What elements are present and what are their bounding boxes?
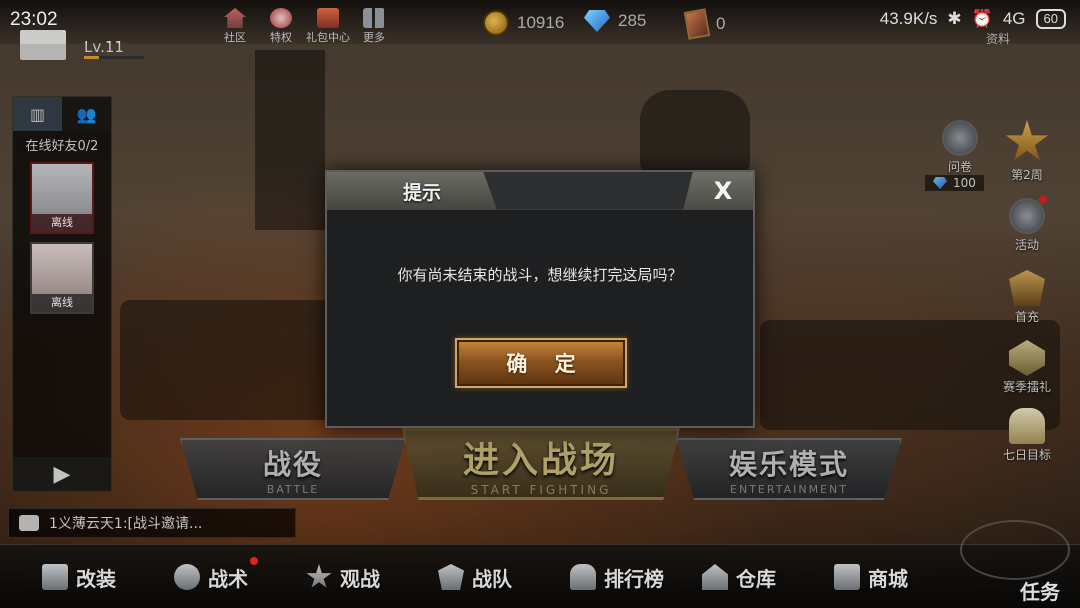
- close-button[interactable]: X: [683, 172, 753, 210]
- nav-community-label: 社区: [224, 31, 246, 44]
- shop-icon: [832, 562, 862, 592]
- nav-more[interactable]: 更多: [352, 8, 396, 45]
- team-shield-icon: [436, 562, 466, 592]
- bottom-item-modify-label: 改装: [76, 566, 116, 591]
- bottom-item-warehouse[interactable]: 仓库: [700, 555, 776, 599]
- bottom-item-spectate-label: 观战: [340, 566, 380, 591]
- grid-icon: [363, 8, 385, 28]
- status-right: 43.9K/s ✱ ⏰ 4G 60: [880, 9, 1066, 29]
- nav-gift-center[interactable]: 礼包中心: [306, 8, 350, 45]
- bluetooth-icon: ✱: [947, 9, 962, 28]
- warehouse-icon: [700, 562, 730, 592]
- bottom-item-leaderboard[interactable]: 排行榜: [568, 555, 664, 599]
- dialog-header: 提示 X: [327, 172, 753, 210]
- wrench-tank-icon: [40, 562, 70, 592]
- nav-gift-center-label: 礼包中心: [306, 31, 350, 44]
- star-icon: [304, 562, 334, 592]
- bottom-menu-bar: 改装 战术 观战 战队 排行榜 仓库 商城: [0, 544, 1080, 608]
- bottom-item-tactics[interactable]: 战术: [172, 555, 258, 599]
- trophy-icon: [568, 562, 598, 592]
- bottom-item-shop[interactable]: 商城: [832, 555, 908, 599]
- nav-privilege[interactable]: 特权: [259, 8, 303, 45]
- gift-icon: [317, 8, 339, 28]
- dialog-title-tab: 提示: [327, 172, 497, 210]
- vip-character-icon: [270, 8, 292, 28]
- coin-balance[interactable]: 10916: [483, 10, 564, 36]
- dialog-message: 你有尚未结束的战斗，想继续打完这局吗？: [397, 266, 683, 284]
- card-balance[interactable]: 0: [683, 8, 726, 40]
- bottom-item-team[interactable]: 战队: [436, 555, 512, 599]
- dialog-title: 提示: [403, 181, 442, 204]
- bottom-item-team-label: 战队: [472, 566, 512, 591]
- diamond-balance[interactable]: 285: [584, 10, 646, 32]
- confirm-button-label: 确 定: [506, 352, 586, 376]
- card-icon: [683, 8, 711, 40]
- battery-icon: 60: [1035, 9, 1066, 29]
- card-amount: 0: [716, 14, 726, 33]
- task-button[interactable]: 任务: [1020, 576, 1060, 605]
- game-screen: 23:02 43.9K/s ✱ ⏰ 4G 60 Lv.11 社区 特权 礼包中心…: [0, 0, 1080, 608]
- bottom-item-spectate[interactable]: 观战: [304, 555, 380, 599]
- coin-icon: [483, 10, 509, 36]
- signal-icon: 4G: [1002, 9, 1026, 28]
- resume-battle-dialog: 提示 X 你有尚未结束的战斗，想继续打完这局吗？ 确 定: [325, 170, 755, 428]
- diamond-icon: [584, 10, 610, 32]
- nav-privilege-label: 特权: [270, 31, 292, 44]
- network-speed: 43.9K/s: [879, 9, 938, 28]
- bottom-item-leaderboard-label: 排行榜: [604, 566, 664, 591]
- tactics-notification-dot: [250, 557, 258, 565]
- nav-more-label: 更多: [363, 31, 385, 44]
- diamond-amount: 285: [618, 11, 647, 30]
- bottom-item-warehouse-label: 仓库: [736, 566, 776, 591]
- home-icon: [224, 8, 246, 28]
- bottom-item-modify[interactable]: 改装: [40, 555, 116, 599]
- alarm-icon: ⏰: [971, 9, 993, 28]
- nav-community[interactable]: 社区: [213, 8, 257, 45]
- bottom-item-shop-label: 商城: [868, 566, 908, 591]
- confirm-button[interactable]: 确 定: [455, 338, 627, 388]
- bottom-item-tactics-label: 战术: [208, 566, 248, 591]
- coin-amount: 10916: [517, 13, 565, 32]
- status-time: 23:02: [10, 9, 58, 30]
- close-icon: X: [713, 177, 733, 205]
- gasmask-icon: [172, 562, 202, 592]
